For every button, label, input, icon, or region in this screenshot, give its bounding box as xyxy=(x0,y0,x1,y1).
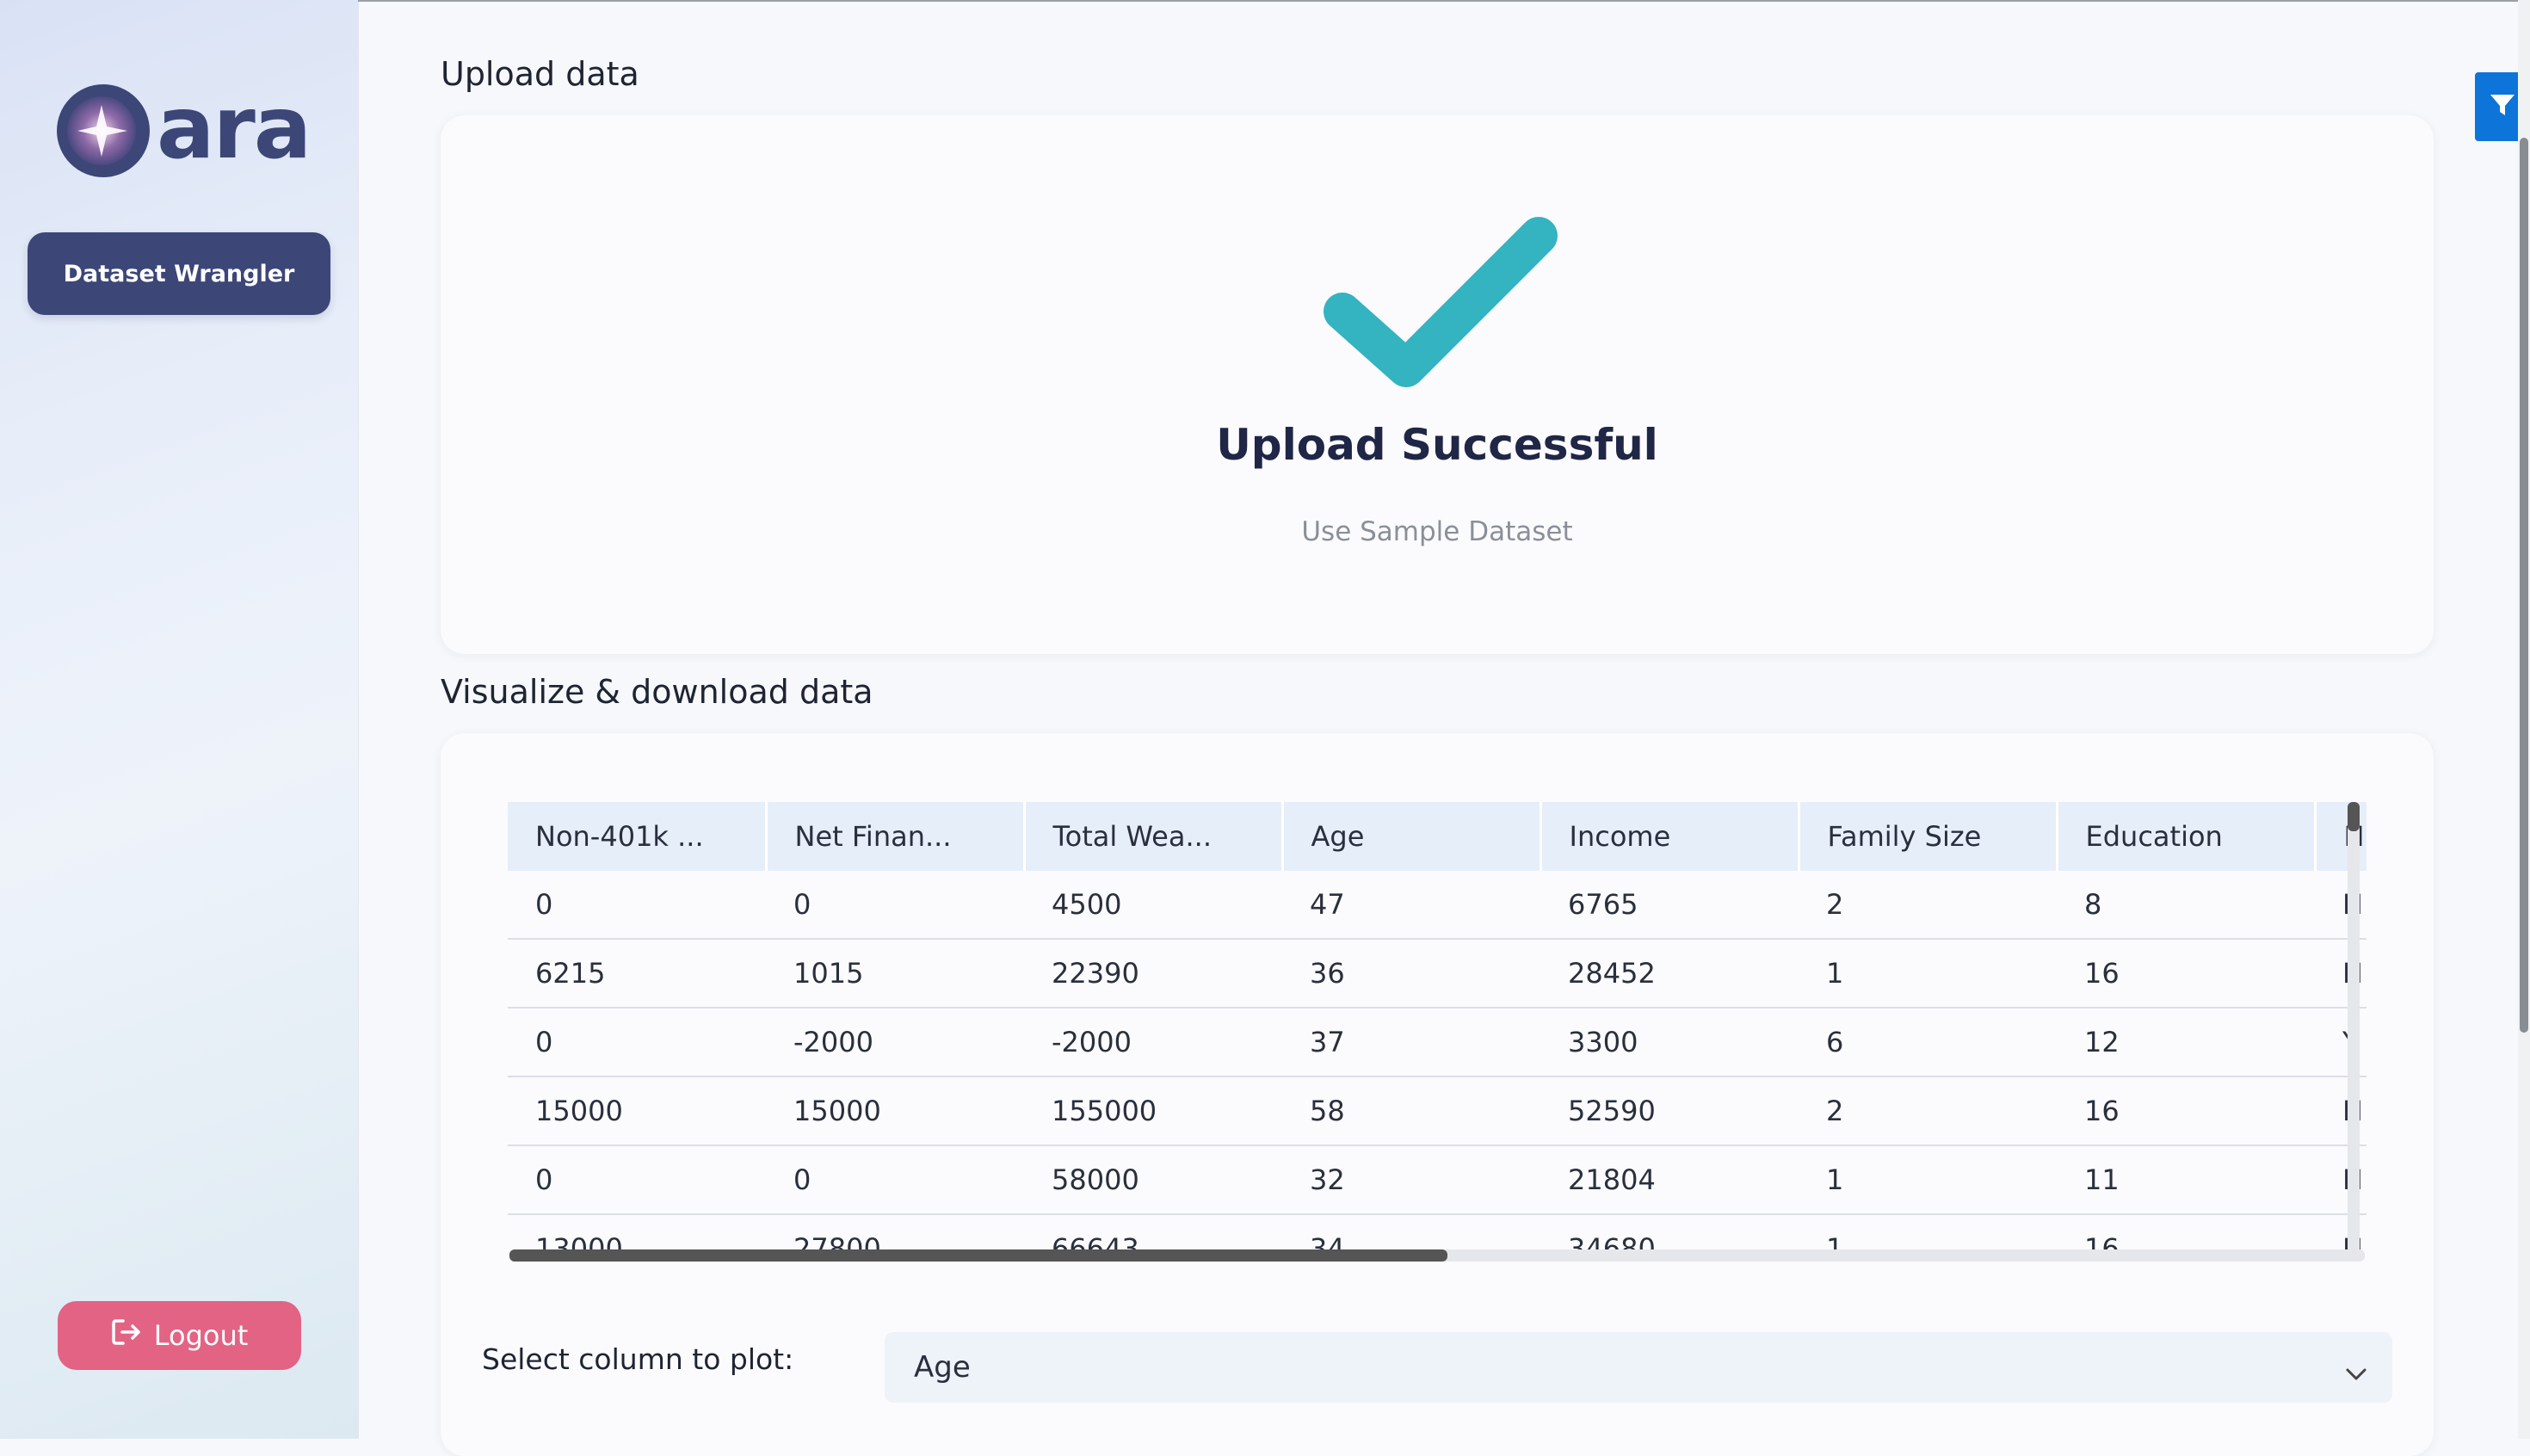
table-cell: 58 xyxy=(1282,1077,1540,1146)
upload-card: Upload Successful Use Sample Dataset xyxy=(441,115,2434,654)
table-cell: 6 xyxy=(1799,1008,2057,1077)
table-cell: 6765 xyxy=(1540,871,1799,940)
column-header[interactable]: Non-401k ... xyxy=(508,802,768,871)
logout-label: Logout xyxy=(153,1319,249,1352)
table-vertical-scrollbar[interactable] xyxy=(2348,802,2360,1256)
page-scroll-thumb[interactable] xyxy=(2520,138,2528,1033)
table-row: 6215 1015 22390 36 28452 1 16 N xyxy=(508,939,2366,1009)
table-cell: 0 xyxy=(766,1145,1024,1215)
table-cell: 0 xyxy=(508,1145,766,1215)
logo: ara xyxy=(55,77,313,182)
table-row: 15000 15000 155000 58 52590 2 16 N xyxy=(508,1077,2366,1146)
table-row: 0 -2000 -2000 37 3300 6 12 Y xyxy=(508,1008,2366,1077)
table-cell: 47 xyxy=(1282,871,1540,940)
sidebar: ara Dataset Wrangler Logout xyxy=(0,0,359,1439)
table-cell: 1 xyxy=(1799,939,2057,1009)
table-row: 0 0 4500 47 6765 2 8 N xyxy=(508,871,2366,940)
table-cell: 52590 xyxy=(1540,1077,1799,1146)
dataset-wrangler-label: Dataset Wrangler xyxy=(63,260,295,287)
table-cell: 12 xyxy=(2057,1008,2315,1077)
table-cell: 16 xyxy=(2057,1077,2315,1146)
table-cell: -2000 xyxy=(1024,1008,1282,1077)
table-cell: 58000 xyxy=(1024,1145,1282,1215)
top-border xyxy=(358,0,2530,2)
table-cell: 2 xyxy=(1799,871,2057,940)
table-cell: 2 xyxy=(1799,1077,2057,1146)
table-cell: 15000 xyxy=(508,1077,766,1146)
table-cell: 28452 xyxy=(1540,939,1799,1009)
logout-button[interactable]: Logout xyxy=(58,1301,301,1370)
column-header[interactable]: Age xyxy=(1282,802,1542,871)
table-cell: 21804 xyxy=(1540,1145,1799,1215)
table-cell: 22390 xyxy=(1024,939,1282,1009)
column-header[interactable]: Income xyxy=(1540,802,1800,871)
table-cell: 37 xyxy=(1282,1008,1540,1077)
column-header[interactable]: Education xyxy=(2057,802,2317,871)
upload-section-title: Upload data xyxy=(441,55,639,93)
table-cell: 15000 xyxy=(766,1077,1024,1146)
table-cell: -2000 xyxy=(766,1008,1024,1077)
table-cell: 6215 xyxy=(508,939,766,1009)
chevron-down-icon xyxy=(2344,1356,2368,1391)
column-select-value: Age xyxy=(914,1350,971,1385)
visualize-section-title: Visualize & download data xyxy=(441,673,873,711)
use-sample-dataset-link[interactable]: Use Sample Dataset xyxy=(441,516,2434,547)
table-header-row: Non-401k ... Net Finan... Total Wea... A… xyxy=(508,802,2366,871)
table-cell: 4500 xyxy=(1024,871,1282,940)
table-cell: 0 xyxy=(508,1008,766,1077)
table-cell: 8 xyxy=(2057,871,2315,940)
brand-name: ara xyxy=(157,77,312,178)
table-cell: 0 xyxy=(508,871,766,940)
column-header[interactable]: Total Wea... xyxy=(1024,802,1284,871)
column-select[interactable]: Age xyxy=(885,1332,2392,1403)
logout-icon xyxy=(111,1317,142,1354)
table-cell: 11 xyxy=(2057,1145,2315,1215)
table-horizontal-scroll-thumb[interactable] xyxy=(509,1249,1447,1262)
dataset-wrangler-button[interactable]: Dataset Wrangler xyxy=(28,232,330,315)
table-cell: 0 xyxy=(766,871,1024,940)
data-table[interactable]: Non-401k ... Net Finan... Total Wea... A… xyxy=(508,802,2366,1267)
table-cell: 155000 xyxy=(1024,1077,1282,1146)
table-vertical-scroll-thumb[interactable] xyxy=(2348,802,2360,831)
column-header[interactable]: Net Finan... xyxy=(766,802,1026,871)
upload-status: Upload Successful xyxy=(1216,420,1658,470)
column-header[interactable]: Family Size xyxy=(1799,802,2058,871)
table-row: 0 0 58000 32 21804 1 11 N xyxy=(508,1145,2366,1215)
checkmark-icon xyxy=(1315,200,1607,423)
filter-icon xyxy=(2488,90,2517,123)
table-cell: 1 xyxy=(1799,1145,2057,1215)
table-cell: 3300 xyxy=(1540,1008,1799,1077)
table-cell: 36 xyxy=(1282,939,1540,1009)
table-cell: 1015 xyxy=(766,939,1024,1009)
table-cell: 32 xyxy=(1282,1145,1540,1215)
select-column-label: Select column to plot: xyxy=(482,1342,794,1376)
table-cell: 16 xyxy=(2057,939,2315,1009)
